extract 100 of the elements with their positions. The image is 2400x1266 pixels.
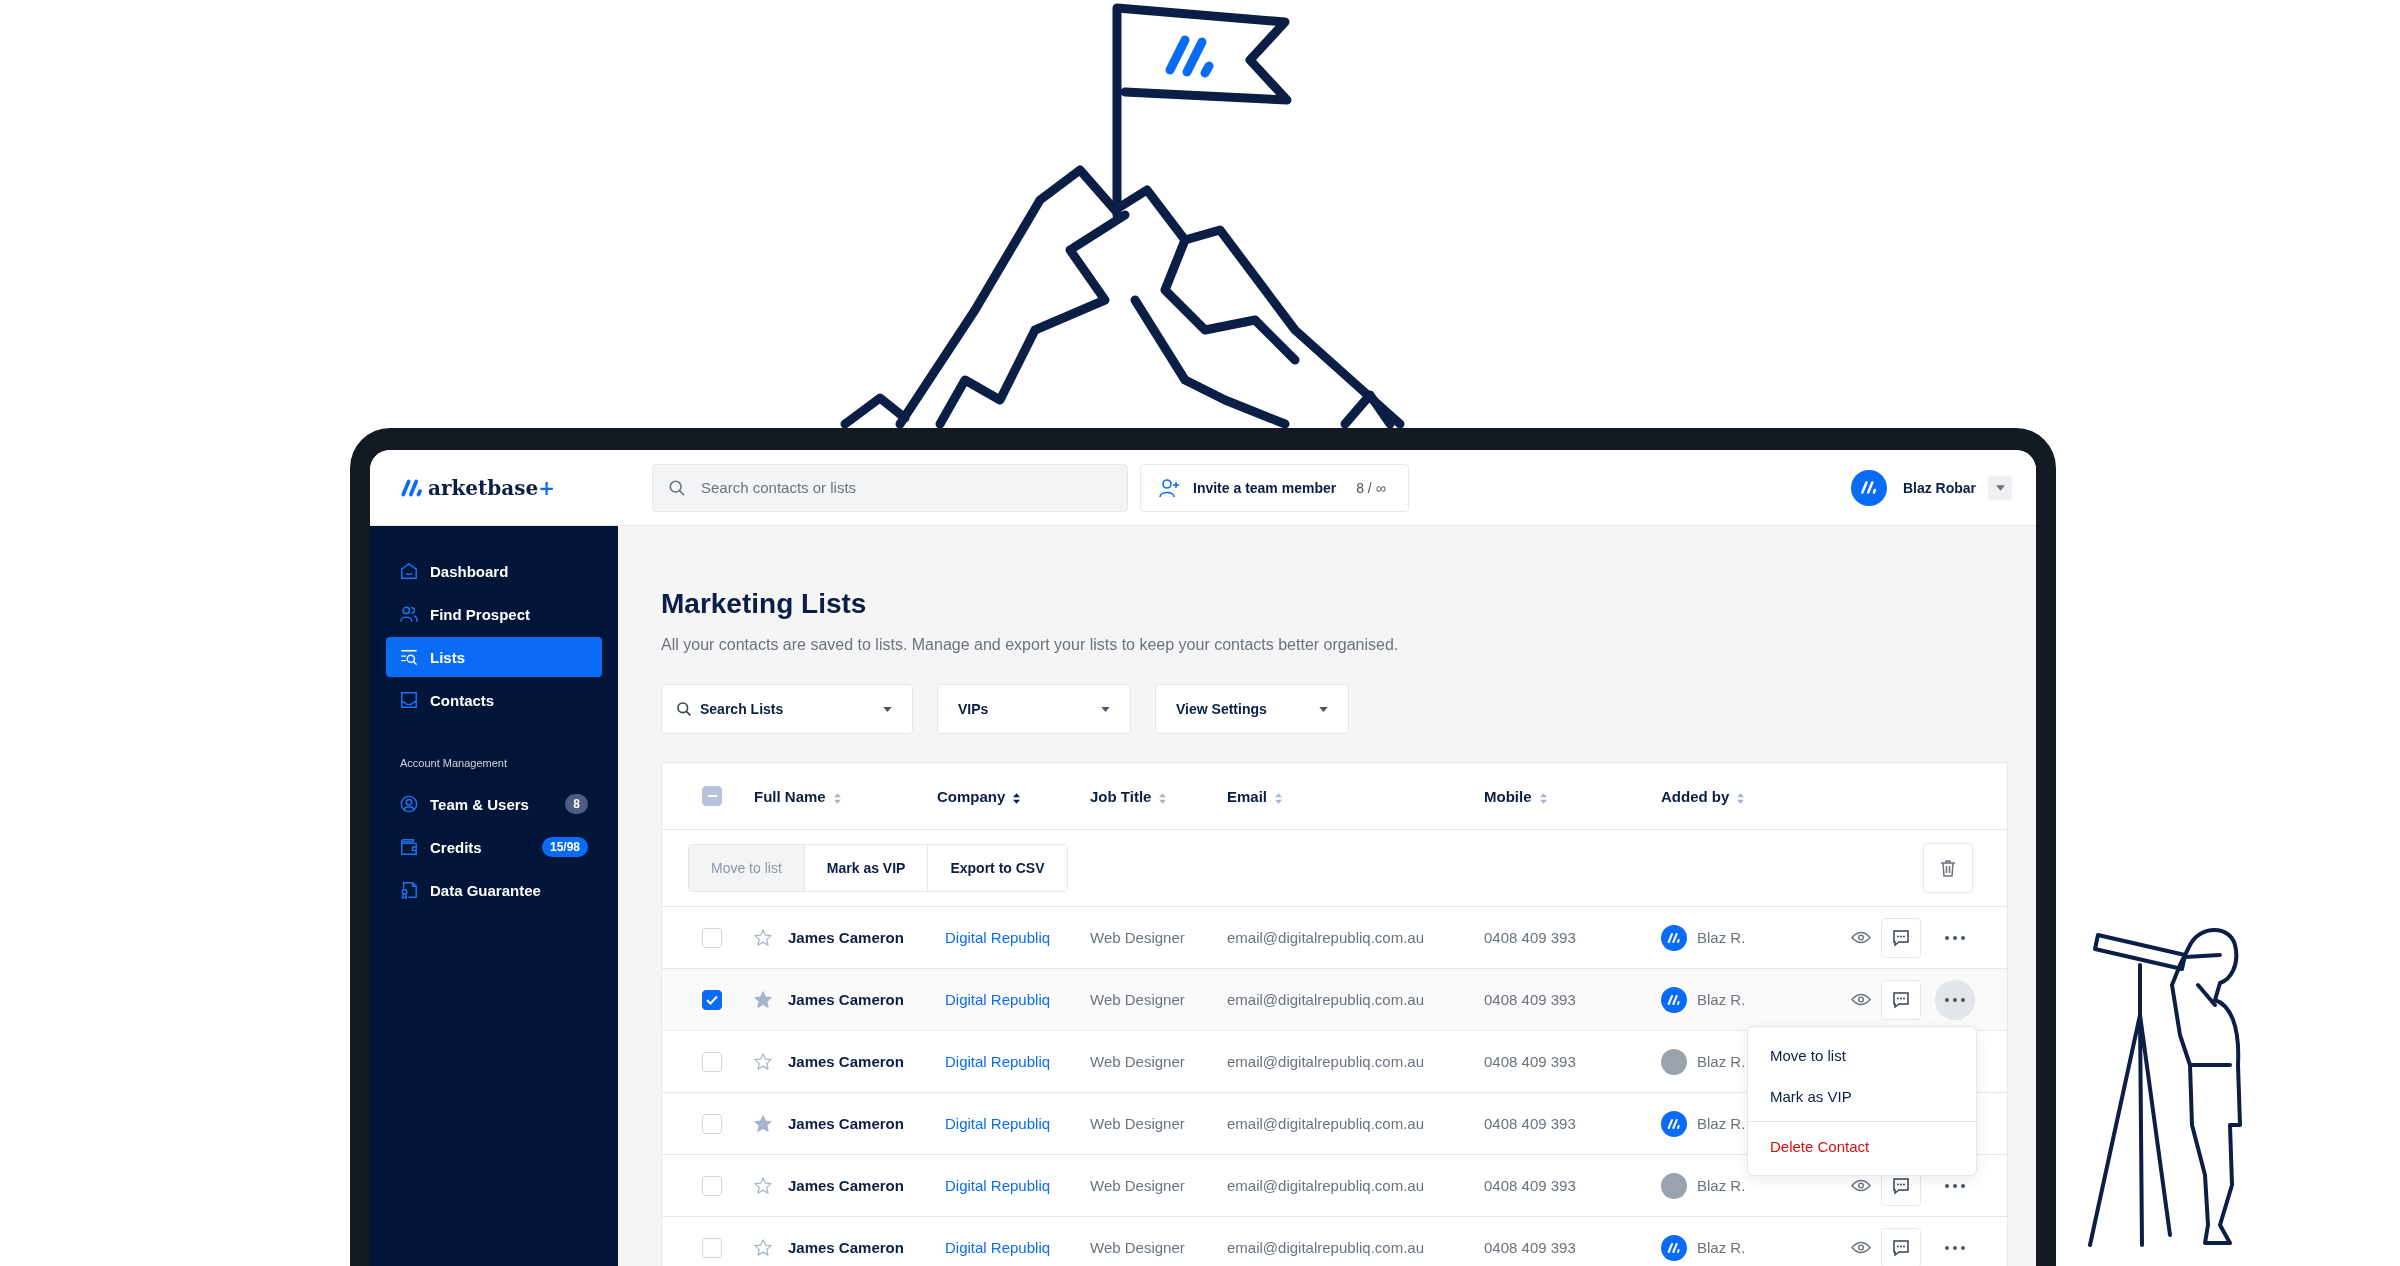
company-link[interactable]: Digital Republiq [945, 1115, 1051, 1132]
sidebar-item[interactable]: Data Guarantee [386, 870, 602, 910]
menu-item[interactable]: Mark as VIP [1748, 1076, 1976, 1117]
contact-name: James Cameron [788, 991, 904, 1008]
ellipsis-icon [1945, 1245, 1965, 1250]
company-link[interactable]: Digital Republiq [945, 1053, 1051, 1070]
sidebar-item[interactable]: Team & Users 8 [386, 784, 602, 824]
comment-button[interactable] [1881, 917, 1921, 958]
eye-icon[interactable] [1851, 1179, 1871, 1192]
star-icon[interactable] [754, 929, 772, 946]
caret-icon [1101, 706, 1110, 712]
added-by-name: Blaz R. [1697, 1177, 1746, 1194]
email-address: email@digitalrepubliq.com.au [1227, 991, 1424, 1008]
wallet-icon [400, 838, 418, 856]
user-menu-button[interactable] [1988, 475, 2012, 500]
caret-icon [1319, 706, 1328, 712]
contact-name: James Cameron [788, 1239, 904, 1256]
column-header[interactable]: Added by [1661, 787, 1730, 805]
check-icon [706, 994, 718, 1005]
search-icon [676, 701, 692, 717]
comment-button[interactable] [1881, 979, 1921, 1020]
users-icon [400, 605, 418, 623]
ellipsis-icon [1945, 997, 1965, 1002]
inbox-icon [400, 691, 418, 709]
comment-button[interactable] [1881, 1227, 1921, 1266]
menu-item[interactable]: Delete Contact [1748, 1126, 1976, 1167]
mobile-number: 0408 409 393 [1484, 1239, 1576, 1256]
comment-icon [1892, 1176, 1910, 1195]
star-icon[interactable] [754, 1053, 772, 1070]
list-search-icon [400, 648, 418, 666]
mobile-number: 0408 409 393 [1484, 1115, 1576, 1132]
page-description: All your contacts are saved to lists. Manage and export your lists to keep your contacts better organised. [661, 636, 1400, 654]
caret-icon [883, 706, 892, 712]
added-by-name: Blaz R. [1697, 929, 1746, 946]
eye-icon[interactable] [1851, 1241, 1871, 1254]
company-link[interactable]: Digital Republiq [945, 991, 1051, 1008]
search-field[interactable]: Search contacts or lists [652, 463, 1128, 512]
select-all-checkbox[interactable] [702, 786, 722, 806]
row-checkbox[interactable] [702, 989, 722, 1010]
filter-dropdown[interactable]: VIPs [937, 684, 1131, 734]
comment-icon [1892, 1238, 1910, 1257]
star-icon[interactable] [754, 1177, 772, 1194]
added-by-name: Blaz R. [1697, 1053, 1746, 1070]
trash-icon [1940, 859, 1956, 877]
email-address: email@digitalrepubliq.com.au [1227, 1053, 1424, 1070]
company-link[interactable]: Digital Republiq [945, 1239, 1051, 1256]
menu-item[interactable]: Move to list [1748, 1035, 1976, 1076]
column-header[interactable]: Email [1227, 787, 1268, 805]
caret-icon [1995, 484, 2005, 491]
mobile-number: 0408 409 393 [1484, 929, 1576, 946]
job-title: Web Designer [1090, 929, 1185, 946]
column-header[interactable]: Company [937, 787, 1006, 805]
member-count: 8 / ∞ [1356, 479, 1386, 496]
email-address: email@digitalrepubliq.com.au [1227, 929, 1424, 946]
star-icon[interactable] [754, 1115, 772, 1132]
email-address: email@digitalrepubliq.com.au [1227, 1115, 1424, 1132]
user-name: Blaz Robar [1902, 479, 1976, 496]
eye-icon[interactable] [1851, 993, 1871, 1006]
eye-icon[interactable] [1851, 931, 1871, 944]
count-badge: 8 [565, 794, 588, 814]
star-icon[interactable] [754, 1239, 772, 1256]
company-link[interactable]: Digital Republiq [945, 929, 1051, 946]
column-header[interactable]: Mobile [1484, 787, 1532, 805]
mobile-number: 0408 409 393 [1484, 991, 1576, 1008]
sort-icon[interactable] [1013, 792, 1021, 804]
star-icon[interactable] [754, 991, 772, 1008]
sidebar-item[interactable]: Credits 15/98 [386, 827, 602, 867]
mobile-number: 0408 409 393 [1484, 1053, 1576, 1070]
column-header[interactable]: Full Name [754, 787, 826, 805]
add-user-icon [1159, 477, 1181, 498]
comment-icon [1892, 928, 1910, 947]
added-by-name: Blaz R. [1697, 991, 1746, 1008]
invite-button[interactable]: Invite a team member 8 / ∞ [1140, 463, 1409, 512]
more-button[interactable] [1935, 979, 1975, 1020]
mobile-number: 0408 409 393 [1484, 1177, 1576, 1194]
job-title: Web Designer [1090, 1239, 1185, 1256]
contact-name: James Cameron [788, 929, 904, 946]
page-title: Marketing Lists [661, 588, 868, 620]
search-icon [668, 478, 686, 497]
comment-icon [1892, 990, 1910, 1009]
sidebar-item[interactable]: Lists [386, 637, 602, 677]
delete-button[interactable] [1923, 843, 1973, 893]
sidebar-item[interactable]: Find Prospect [386, 594, 602, 634]
sidebar-item[interactable]: Dashboard [386, 551, 602, 591]
added-by-name: Blaz R. [1697, 1115, 1746, 1132]
job-title: Web Designer [1090, 1177, 1185, 1194]
sidebar-item[interactable]: Contacts [386, 680, 602, 720]
avatar-logo-icon [1850, 469, 1887, 506]
contact-name: James Cameron [788, 1115, 904, 1132]
email-address: email@digitalrepubliq.com.au [1227, 1177, 1424, 1194]
certificate-icon [400, 881, 418, 899]
column-header[interactable]: Job Title [1090, 787, 1152, 805]
search-lists-dropdown[interactable]: Search Lists [661, 684, 913, 734]
added-by-name: Blaz R. [1697, 1239, 1746, 1256]
logo-text: arketbase+ [428, 475, 555, 500]
filter-dropdown[interactable]: View Settings [1155, 684, 1349, 734]
contact-name: James Cameron [788, 1177, 904, 1194]
job-title: Web Designer [1090, 991, 1185, 1008]
contact-name: James Cameron [788, 1053, 904, 1070]
company-link[interactable]: Digital Republiq [945, 1177, 1051, 1194]
